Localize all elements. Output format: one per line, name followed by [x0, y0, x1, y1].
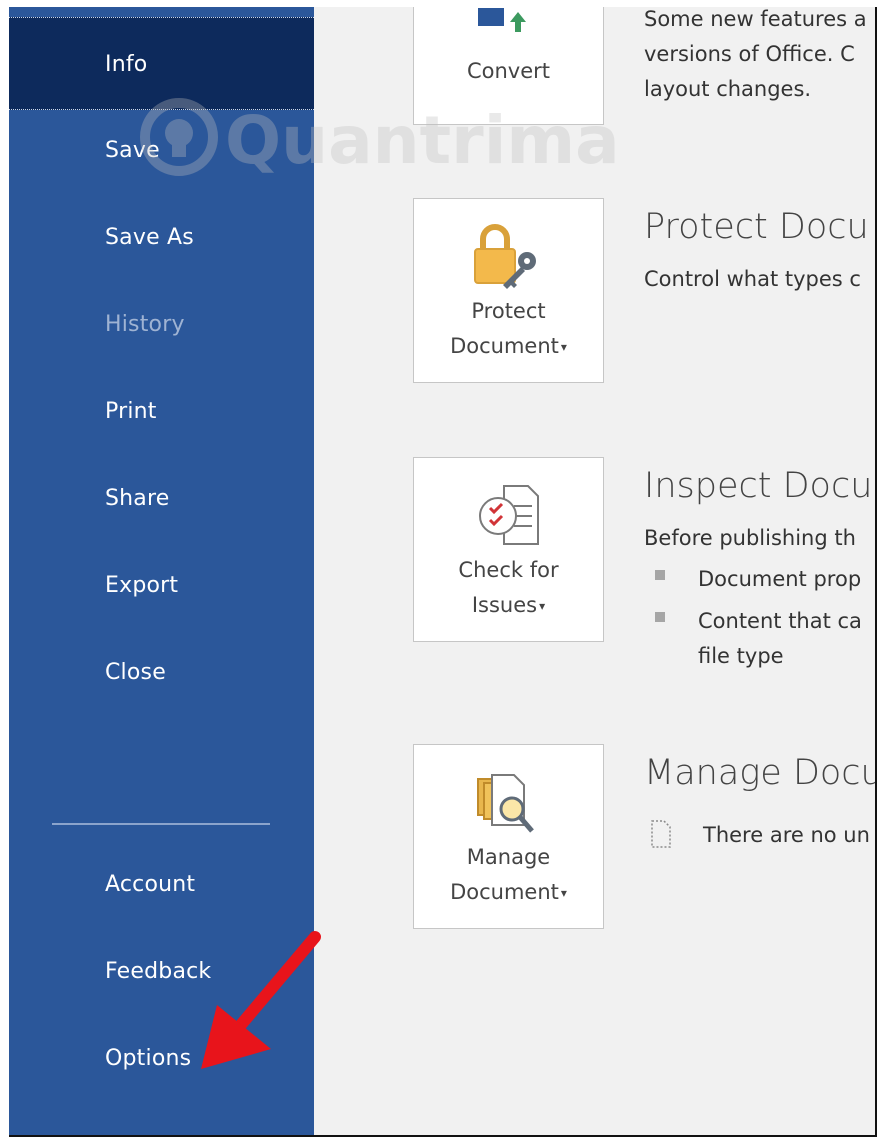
convert-label: Convert — [466, 59, 551, 83]
compat-desc-line-1: Some new features a — [644, 7, 867, 31]
inspect-bullet-2-cont: file type — [698, 644, 784, 668]
inspect-label-line-2: Issues — [471, 593, 538, 617]
manage-desc: There are no un — [703, 823, 870, 847]
manage-label-line-2: Document — [450, 880, 559, 904]
inspect-desc: Before publishing th — [644, 526, 856, 550]
dropdown-caret-icon: ▾ — [560, 339, 567, 354]
nav-info[interactable]: Info — [9, 17, 314, 110]
inspect-bullet-2: Content that ca — [698, 609, 862, 633]
dropdown-caret-icon: ▾ — [560, 885, 567, 900]
inspect-label-line-2-wrap: Issues ▾ — [414, 588, 603, 624]
info-pane: Convert Some new features a versions of … — [314, 7, 875, 1135]
nav-history[interactable]: History — [9, 305, 314, 345]
nav-options[interactable]: Options — [9, 1039, 314, 1079]
backstage-window: Info Save Save As History Print Share Ex… — [9, 7, 877, 1137]
dropdown-caret-icon: ▾ — [539, 598, 546, 613]
manage-label-line-2-wrap: Document ▾ — [414, 875, 603, 911]
nav-export[interactable]: Export — [9, 566, 314, 606]
bullet-icon — [655, 570, 665, 580]
protect-label-line-2: Document — [450, 334, 559, 358]
protect-label-line-2-wrap: Document ▾ — [414, 329, 603, 365]
nav-account[interactable]: Account — [9, 865, 314, 905]
manage-document-tile[interactable]: Manage Document ▾ — [413, 744, 604, 929]
inspect-bullet-1: Document prop — [698, 567, 862, 591]
manage-label-line-1: Manage — [466, 845, 551, 869]
protect-document-tile[interactable]: Protect Document ▾ — [413, 198, 604, 383]
manage-heading: Manage Docu — [644, 753, 877, 793]
compat-desc-line-2: versions of Office. C — [644, 42, 855, 66]
nav-separator — [52, 823, 270, 825]
convert-icon — [478, 8, 526, 32]
checklist-icon — [479, 485, 539, 545]
check-for-issues-tile[interactable]: Check for Issues ▾ — [413, 457, 604, 642]
manage-document-icon — [477, 774, 534, 833]
nav-save-as[interactable]: Save As — [9, 218, 314, 258]
bullet-icon — [655, 612, 665, 622]
protect-label-line-1: Protect — [471, 299, 546, 323]
document-outline-icon — [651, 820, 671, 848]
compat-desc-line-3: layout changes. — [644, 77, 812, 101]
backstage-sidebar: Info Save Save As History Print Share Ex… — [9, 7, 314, 1135]
protect-desc: Control what types c — [644, 267, 861, 291]
nav-share[interactable]: Share — [9, 479, 314, 519]
nav-feedback[interactable]: Feedback — [9, 952, 314, 992]
nav-print[interactable]: Print — [9, 392, 314, 432]
lock-key-icon — [474, 224, 536, 289]
inspect-heading: Inspect Docu — [644, 466, 873, 506]
protect-heading: Protect Docu — [644, 207, 869, 247]
inspect-label-line-1: Check for — [458, 558, 559, 582]
nav-close[interactable]: Close — [9, 653, 314, 693]
convert-tile[interactable]: Convert — [413, 7, 604, 125]
nav-save[interactable]: Save — [9, 131, 314, 171]
